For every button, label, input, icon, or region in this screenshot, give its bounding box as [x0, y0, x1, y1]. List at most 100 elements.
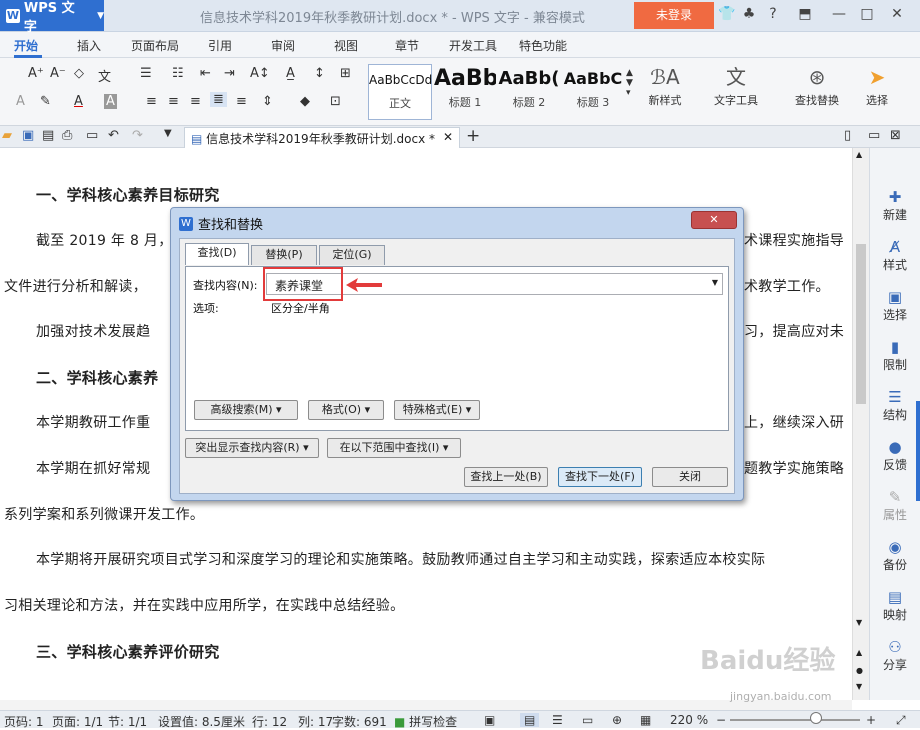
panel-structure[interactable]: ☰ 结构: [870, 388, 920, 423]
format-button[interactable]: 格式(O) ▾: [308, 400, 384, 420]
add-tab-icon[interactable]: +: [466, 126, 480, 146]
tab-page-layout[interactable]: 页面布局: [131, 37, 179, 54]
tab-developer[interactable]: 开发工具: [449, 37, 497, 54]
panel-select[interactable]: ▣ 选择: [870, 288, 920, 323]
align-justify-icon[interactable]: ≣: [210, 92, 227, 107]
panel-properties[interactable]: ✎ 属性: [870, 488, 920, 523]
border-icon[interactable]: ⊡: [330, 94, 341, 109]
tab-view[interactable]: 视图: [334, 37, 358, 54]
panel-share[interactable]: ⚇ 分享: [870, 638, 920, 673]
distribute-icon[interactable]: ≡: [236, 94, 247, 109]
help-icon[interactable]: ?: [764, 6, 782, 22]
minimize-icon[interactable]: —: [830, 6, 848, 22]
undo-icon[interactable]: ↶: [108, 128, 119, 143]
page-icon[interactable]: ▯: [844, 128, 851, 143]
collapse-icon[interactable]: ⊠: [890, 128, 901, 143]
shading-icon[interactable]: ◆: [300, 94, 310, 109]
zoom-in-icon[interactable]: +: [866, 713, 876, 727]
wps-app-menu-button[interactable]: W WPS 文字 ▼: [0, 0, 104, 35]
panel-collapse-handle[interactable]: [916, 401, 920, 501]
eraser-icon[interactable]: ◇: [74, 66, 84, 81]
indent-icon[interactable]: ⇥: [224, 66, 235, 81]
panel-style[interactable]: A̸ 样式: [870, 238, 920, 273]
tab-goto[interactable]: 定位(G): [319, 245, 385, 265]
save-icon[interactable]: ▣: [22, 128, 34, 143]
special-format-button[interactable]: 特殊格式(E) ▾: [394, 400, 480, 420]
tab-review[interactable]: 审阅: [271, 37, 295, 54]
text-direction-icon[interactable]: A↕: [250, 66, 270, 81]
select-browse-icon[interactable]: ●: [856, 666, 863, 675]
vertical-scrollbar[interactable]: ▲ ▼ ▲ ● ▼: [852, 148, 869, 700]
close-button[interactable]: 关闭: [652, 467, 728, 487]
tab-document[interactable]: ▤ 信息技术学科2019年秋季教研计划.docx * ✕: [184, 127, 460, 148]
customize-icon[interactable]: ▼: [164, 128, 172, 139]
panel-restrict[interactable]: ▮ 限制: [870, 338, 920, 373]
char-shading-icon[interactable]: A: [104, 94, 117, 109]
redo-icon[interactable]: ↷: [132, 128, 143, 143]
text-tools-button[interactable]: 文 文字工具: [706, 62, 766, 108]
open-folder-icon[interactable]: ▰: [2, 128, 12, 143]
highlighter-icon[interactable]: ✎: [40, 94, 51, 109]
table-icon[interactable]: ⊞: [340, 66, 351, 81]
login-button[interactable]: 未登录: [634, 2, 714, 29]
grow-font-icon[interactable]: A⁺: [28, 66, 44, 81]
close-tab-icon[interactable]: ✕: [443, 130, 453, 144]
window-mode-icon[interactable]: ⬒: [796, 6, 814, 22]
web-view-icon[interactable]: ⊕: [612, 713, 622, 727]
highlight-matches-button[interactable]: 突出显示查找内容(R) ▾: [185, 438, 319, 458]
zoom-slider[interactable]: [730, 719, 860, 721]
tab-insert[interactable]: 插入: [77, 37, 101, 54]
align-left-icon[interactable]: ≡: [146, 94, 157, 109]
shirt-icon[interactable]: 👕: [718, 6, 736, 22]
tab-replace[interactable]: 替换(P): [251, 245, 317, 265]
close-icon[interactable]: ✕: [888, 6, 906, 22]
scroll-down-icon[interactable]: ▼: [856, 618, 862, 627]
scroll-up-icon[interactable]: ▲: [856, 150, 862, 159]
page-view-icon[interactable]: ▤: [520, 713, 540, 727]
read-view-icon[interactable]: ▭: [582, 713, 593, 727]
align-right-icon[interactable]: ≡: [190, 94, 201, 109]
style-heading-3[interactable]: AaBbC 标题 3: [562, 64, 624, 120]
tab-home[interactable]: 开始: [14, 37, 38, 54]
tab-chapter[interactable]: 章节: [395, 37, 419, 54]
select-button[interactable]: ➤ 选择: [856, 62, 898, 108]
tab-references[interactable]: 引用: [208, 37, 232, 54]
tab-find[interactable]: 查找(D): [185, 243, 249, 265]
outline-view-icon[interactable]: ☰: [552, 713, 563, 727]
chevron-down-icon[interactable]: ▼: [712, 278, 718, 287]
find-in-range-button[interactable]: 在以下范围中查找(I) ▾: [327, 438, 461, 458]
zoom-slider-thumb[interactable]: [810, 712, 822, 724]
zoom-level[interactable]: 220 %: [670, 713, 708, 727]
style-scroll-icon[interactable]: ▲ ▼ ▾: [626, 68, 633, 98]
sort-icon[interactable]: ↕: [314, 66, 325, 81]
prev-page-icon[interactable]: ▲: [856, 648, 862, 657]
page-icon-2[interactable]: ▭: [868, 128, 880, 143]
phonetic-icon[interactable]: 文: [98, 66, 111, 85]
zoom-out-icon[interactable]: −: [716, 713, 726, 727]
panel-new[interactable]: ✚ 新建: [870, 188, 920, 223]
preview-icon[interactable]: ▭: [86, 128, 98, 143]
next-page-icon[interactable]: ▼: [856, 682, 862, 691]
align-center-icon[interactable]: ≡: [168, 94, 179, 109]
style-heading-1[interactable]: AaBb 标题 1: [434, 64, 496, 120]
shrink-font-icon[interactable]: A⁻: [50, 66, 66, 81]
advanced-search-button[interactable]: 高级搜索(M) ▾: [194, 400, 298, 420]
outdent-icon[interactable]: ⇤: [200, 66, 211, 81]
style-heading-2[interactable]: AaBb( 标题 2: [498, 64, 560, 120]
line-spacing-icon[interactable]: ⇕: [262, 94, 273, 109]
dialog-title-bar[interactable]: W 查找和替换: [179, 214, 263, 233]
bullets-icon[interactable]: ☰: [140, 66, 152, 81]
pinyin-icon[interactable]: A̲: [286, 66, 295, 81]
find-next-button[interactable]: 查找下一处(F): [558, 467, 642, 487]
find-replace-button[interactable]: ⊛ 查找替换: [790, 62, 844, 108]
dialog-close-button[interactable]: ✕: [691, 211, 737, 229]
font-color-icon[interactable]: A: [74, 94, 83, 109]
panel-map[interactable]: ▤ 映射: [870, 588, 920, 623]
spell-check-toggle[interactable]: ■ 拼写检查: [394, 713, 457, 730]
fullscreen-icon[interactable]: ▣: [484, 713, 495, 727]
text-effect-icon[interactable]: A: [16, 94, 25, 109]
tab-special[interactable]: 特色功能: [519, 37, 567, 54]
scrollbar-thumb[interactable]: [856, 244, 866, 404]
panel-feedback[interactable]: ● 反馈: [870, 438, 920, 473]
new-style-button[interactable]: ℬA 新样式: [640, 62, 690, 108]
